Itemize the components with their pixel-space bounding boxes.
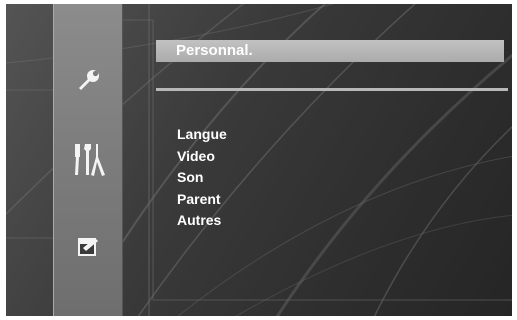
header-bar: Personnal. (156, 40, 504, 62)
exit-icon[interactable] (67, 226, 109, 268)
settings-menu: Langue Video Son Parent Autres (177, 124, 227, 232)
page-title: Personnal. (176, 42, 253, 59)
sidebar (53, 4, 123, 316)
menu-item-autres[interactable]: Autres (177, 210, 227, 232)
menu-item-langue[interactable]: Langue (177, 124, 227, 146)
divider (156, 88, 508, 91)
menu-item-parent[interactable]: Parent (177, 189, 227, 211)
osd-screen: Personnal. Langue Video Son Parent Autre… (6, 4, 512, 316)
menu-item-video[interactable]: Video (177, 146, 227, 168)
wrench-icon[interactable] (67, 60, 109, 102)
tools-icon[interactable] (67, 140, 109, 182)
menu-item-son[interactable]: Son (177, 167, 227, 189)
